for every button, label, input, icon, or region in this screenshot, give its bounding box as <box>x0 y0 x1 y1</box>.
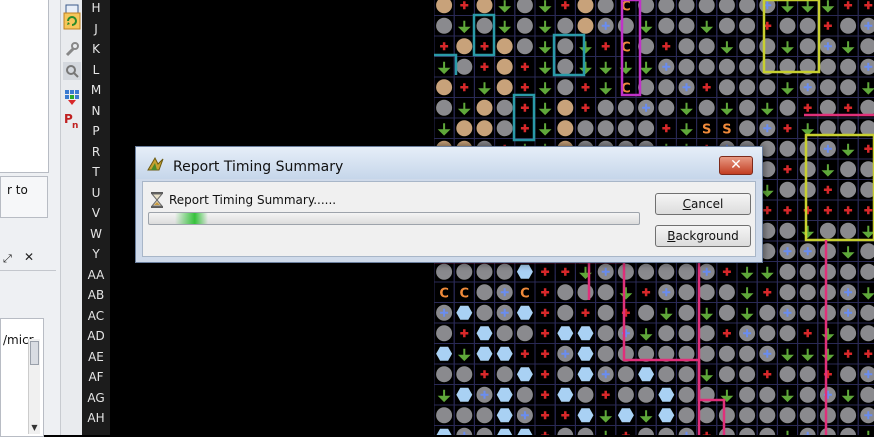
scrollbar-thumb[interactable] <box>30 341 39 365</box>
row-label: AG <box>87 390 105 405</box>
pin-site[interactable]: S <box>696 117 718 139</box>
hourglass-icon <box>150 192 164 212</box>
row-label: AA <box>87 267 105 282</box>
svg-text:S: S <box>722 122 731 137</box>
row-label: AE <box>88 349 104 364</box>
row-label: AF <box>88 370 104 384</box>
magnify-icon[interactable] <box>63 62 81 80</box>
scroll-down-arrow-icon[interactable]: ▼ <box>29 423 40 432</box>
vertical-toolbar: Pn <box>60 0 83 435</box>
left-panel-tab-bar: ⤢ ✕ <box>0 248 56 271</box>
message-text: r to <box>7 183 28 197</box>
row-label: H <box>91 1 101 15</box>
dialog-body: Report Timing Summary...... Cancel Backg… <box>142 181 756 257</box>
row-label: AD <box>87 329 105 343</box>
report-timing-summary-dialog: Report Timing Summary ✕ Report Timing Su… <box>135 146 763 263</box>
row-label: L <box>92 62 100 77</box>
row-label: N <box>91 103 101 118</box>
progress-message: Report Timing Summary...... <box>169 193 337 207</box>
left-panel-list[interactable]: /micr ▼ <box>0 318 44 437</box>
row-label: T <box>92 165 100 179</box>
cancel-button[interactable]: Cancel <box>655 193 751 215</box>
left-panel: r to ⤢ ✕ /micr ▼ <box>0 0 60 437</box>
row-label: W <box>90 226 102 241</box>
package-row-labels: H J K L M N P R T U V W Y AA AB AC AD AE AF AG AH <box>82 0 110 435</box>
background-label: Background <box>667 229 739 243</box>
svg-text:C: C <box>460 286 470 301</box>
dialog-titlebar[interactable]: Report Timing Summary ✕ <box>136 147 762 179</box>
pin-label-icon[interactable]: Pn <box>63 111 81 131</box>
svg-text:C: C <box>520 286 530 301</box>
pin-site[interactable]: S <box>716 117 738 139</box>
cancel-label: Cancel <box>682 197 724 211</box>
left-panel-message: r to <box>0 176 48 218</box>
progress-bar <box>148 212 640 225</box>
pin-site[interactable]: C <box>514 281 536 303</box>
row-label: AC <box>87 308 105 323</box>
row-label: AB <box>87 288 105 302</box>
scrollbar[interactable]: ▼ <box>28 339 40 434</box>
pin-site[interactable]: C <box>453 281 475 303</box>
left-panel-view[interactable] <box>0 0 49 173</box>
row-label: P <box>92 124 100 138</box>
background-button[interactable]: Background <box>655 225 751 247</box>
wrench-icon[interactable] <box>63 40 81 58</box>
row-label: Y <box>92 247 100 261</box>
svg-text:S: S <box>702 122 711 137</box>
refresh-icon[interactable] <box>63 12 81 30</box>
pin-site[interactable]: C <box>615 0 637 16</box>
row-label: U <box>91 185 101 200</box>
svg-text:n: n <box>72 121 78 129</box>
row-label: R <box>91 144 101 159</box>
pin-site[interactable]: C <box>434 281 455 303</box>
pin-site[interactable]: C <box>615 35 637 57</box>
vivado-logo-icon <box>147 156 165 176</box>
restore-icon[interactable]: ⤢ <box>3 252 12 266</box>
row-label: AH <box>87 411 105 425</box>
dialog-title: Report Timing Summary <box>173 159 344 175</box>
progress-bar-fill <box>175 213 208 224</box>
row-label: M <box>90 83 102 97</box>
row-label: J <box>94 21 98 36</box>
row-label: V <box>91 206 101 220</box>
close-button[interactable]: ✕ <box>719 156 753 175</box>
row-label: K <box>92 42 100 56</box>
close-icon[interactable]: ✕ <box>24 250 34 264</box>
svg-text:C: C <box>439 286 449 301</box>
grid-icon[interactable] <box>63 88 81 106</box>
